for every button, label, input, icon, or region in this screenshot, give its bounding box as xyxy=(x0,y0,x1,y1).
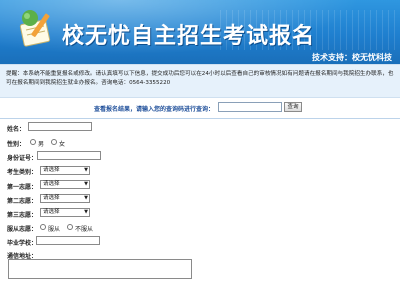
header-banner: 校无忧自主招生考试报名 技术支持：校无忧科技 xyxy=(0,0,400,64)
adjust-accept-radio[interactable] xyxy=(40,224,46,230)
category-label: 考生类别： xyxy=(7,169,38,176)
notice-text: 提醒：本系统不能重复报名或修改。请认真填写以下信息，提交成功后您可以在24小时以… xyxy=(6,71,394,86)
gender-female-label: 女 xyxy=(59,141,66,148)
gender-male-radio[interactable] xyxy=(30,139,36,145)
adjust-accept-label: 服从 xyxy=(48,226,61,233)
id-number-label: 身份证号： xyxy=(7,155,38,162)
query-code-input[interactable] xyxy=(218,102,282,112)
query-button[interactable]: 查询 xyxy=(284,102,302,112)
choice3-label: 第三志愿： xyxy=(7,212,38,219)
site-title: 校无忧自主招生考试报名 xyxy=(62,23,316,49)
tech-support-text: 技术支持：校无忧科技 xyxy=(312,53,392,62)
category-select[interactable]: 请选择 ▼ xyxy=(40,166,90,175)
id-number-input[interactable] xyxy=(37,151,101,160)
divider xyxy=(0,118,400,119)
choice1-select-value: 请选择 xyxy=(43,181,60,187)
chevron-down-icon: ▼ xyxy=(84,167,88,173)
choice2-select[interactable]: 请选择 ▼ xyxy=(40,194,90,203)
logo-icon xyxy=(19,10,51,47)
chevron-down-icon: ▼ xyxy=(84,209,88,215)
query-label: 查看报名结果，请输入您的查询码进行查询： xyxy=(94,106,215,113)
adjust-reject-label: 不服从 xyxy=(75,226,94,233)
choice2-label: 第二志愿： xyxy=(7,198,38,205)
choice1-select[interactable]: 请选择 ▼ xyxy=(40,180,90,189)
query-row: 查看报名结果，请输入您的查询码进行查询： 查询 xyxy=(0,102,400,114)
adjust-label: 服从志愿： xyxy=(7,226,38,233)
adjust-reject-radio[interactable] xyxy=(67,224,73,230)
gender-label: 性别： xyxy=(7,141,26,148)
choice3-select[interactable]: 请选择 ▼ xyxy=(40,208,90,217)
name-input[interactable] xyxy=(28,122,92,131)
address-textarea[interactable] xyxy=(8,259,192,279)
gender-female-radio[interactable] xyxy=(51,139,57,145)
category-select-value: 请选择 xyxy=(43,167,60,173)
chevron-down-icon: ▼ xyxy=(84,195,88,201)
choice3-select-value: 请选择 xyxy=(43,209,60,215)
school-label: 毕业学校： xyxy=(7,240,38,247)
school-input[interactable] xyxy=(36,236,100,245)
notice-box: 提醒：本系统不能重复报名或修改。请认真填写以下信息，提交成功后您可以在24小时以… xyxy=(0,64,400,98)
name-label: 姓名： xyxy=(7,126,26,133)
chevron-down-icon: ▼ xyxy=(84,181,88,187)
gender-male-label: 男 xyxy=(38,141,45,148)
choice1-label: 第一志愿： xyxy=(7,184,38,191)
choice2-select-value: 请选择 xyxy=(43,195,60,201)
